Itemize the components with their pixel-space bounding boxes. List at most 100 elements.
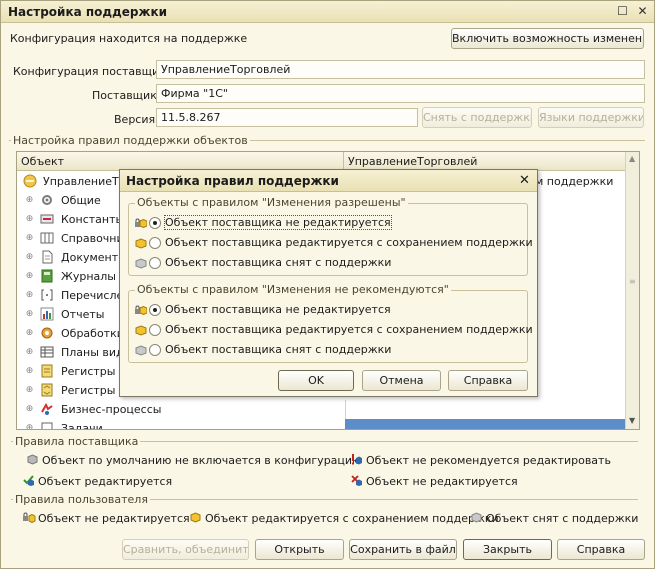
title-bar: Настройка поддержки ☐ ✕: [1, 1, 654, 23]
legend-user-removed: Объект снят с поддержки: [471, 512, 638, 525]
cube-gray-icon: [135, 345, 147, 356]
enums-icon: [41, 289, 53, 301]
lock-cube-icon: [135, 305, 147, 316]
tree-row-value: м поддержки: [535, 175, 614, 188]
expand-icon[interactable]: ⊕: [25, 367, 34, 376]
cube-gray-icon: [135, 258, 147, 269]
exclamation-icon: [351, 454, 362, 465]
tree-row-label: Константы: [61, 213, 125, 226]
journals-icon: [41, 269, 53, 283]
legend-user-not-edited: Объект не редактируется: [23, 512, 190, 525]
version-field[interactable]: 11.5.8.267: [156, 108, 418, 127]
expand-icon[interactable]: ⊕: [25, 215, 34, 224]
lock-cube-icon: [23, 512, 36, 524]
support-languages-button[interactable]: Языки поддержки: [538, 107, 644, 128]
legend-not-included: Объект по умолчанию не включается в конф…: [27, 454, 361, 467]
vendor-rules-group: Правила поставщика: [11, 435, 638, 448]
support-settings-window: Настройка поддержки ☐ ✕ Конфигурация нах…: [0, 0, 655, 569]
vendor-config-field[interactable]: УправлениеТорговлей: [156, 60, 645, 79]
catalogs-icon: [40, 232, 54, 244]
chart-types-icon: [40, 346, 54, 358]
tree-row-label: Документы: [61, 251, 127, 264]
dialog-help-button[interactable]: Справка: [448, 370, 528, 391]
dialog-close-icon[interactable]: ✕: [517, 173, 532, 188]
dialog-title-bar: Настройка правил поддержки ✕: [120, 170, 537, 192]
not-recommended-title: Объекты с правилом "Изменения не рекомен…: [135, 283, 451, 296]
expand-icon[interactable]: ⊕: [25, 310, 34, 319]
close-button[interactable]: Закрыть: [463, 539, 552, 560]
help-button[interactable]: Справка: [557, 539, 645, 560]
business-processes-icon: [41, 402, 53, 415]
column-vendor[interactable]: УправлениеТорговлей: [348, 155, 477, 168]
cube-yellow-icon: [135, 325, 147, 336]
expand-icon[interactable]: ⊕: [25, 348, 34, 357]
configuration-icon: [23, 174, 37, 188]
expand-icon[interactable]: ⊕: [25, 196, 34, 205]
expand-icon[interactable]: ⊕: [25, 253, 34, 262]
radio-button[interactable]: [149, 344, 161, 356]
expand-icon[interactable]: ⊕: [25, 386, 34, 395]
scroll-thumb-icon[interactable]: ≡: [629, 277, 636, 286]
vendor-field[interactable]: Фирма "1С": [156, 84, 645, 103]
maximize-icon[interactable]: ☐: [615, 4, 630, 19]
legend-user-edited-keep: Объект редактируется с сохранением подде…: [190, 512, 499, 525]
cross-icon: [351, 475, 362, 486]
documents-icon: [42, 250, 53, 264]
scroll-up-icon[interactable]: ▲: [629, 154, 635, 163]
vendor-config-label: Конфигурация поставщика:: [13, 65, 177, 78]
radio-button[interactable]: [149, 237, 161, 249]
dialog-ok-button[interactable]: OK: [278, 370, 354, 391]
window-title: Настройка поддержки: [8, 5, 168, 19]
common-icon: [42, 195, 52, 205]
remove-support-button[interactable]: Снять с поддержки: [422, 107, 532, 128]
expand-icon[interactable]: ⊕: [25, 329, 34, 338]
open-button[interactable]: Открыть: [255, 539, 344, 560]
tree-row-label: Отчеты: [61, 308, 105, 321]
radio-button[interactable]: [149, 304, 161, 316]
allowed-changes-group: Объекты с правилом "Изменения разрешены"…: [128, 196, 533, 276]
checkmark-icon: [23, 475, 34, 486]
scroll-down-icon[interactable]: ▼: [629, 416, 635, 425]
close-icon[interactable]: ✕: [635, 4, 650, 19]
processing-icon: [41, 327, 53, 339]
dialog-title: Настройка правил поддержки: [126, 174, 339, 188]
support-status-text: Конфигурация находится на поддержке: [10, 32, 248, 45]
tree-scrollbar[interactable]: ▲ ≡ ▼: [625, 152, 639, 429]
cube-gray-icon: [471, 512, 482, 523]
tree-row-tasks[interactable]: ⊕ Задачи: [17, 419, 625, 430]
user-rules-group: Правила пользователя: [11, 493, 638, 506]
tree-row-label: Бизнес-процессы: [61, 403, 162, 416]
radio-button[interactable]: [149, 257, 161, 269]
compare-merge-button[interactable]: Сравнить, объединить: [122, 539, 249, 560]
tree-row-label: Общие: [61, 194, 101, 207]
dialog-cancel-button[interactable]: Отмена: [362, 370, 441, 391]
cube-yellow-icon: [190, 512, 201, 523]
tree-row-label: Задачи: [61, 422, 103, 430]
tree-row-label: Журналы д: [61, 270, 128, 283]
rules-group-title: Настройка правил поддержки объектов: [11, 134, 250, 147]
support-rules-dialog: Настройка правил поддержки ✕ Объекты с п…: [119, 169, 538, 397]
reports-icon: [40, 307, 54, 321]
cube-yellow-icon: [135, 238, 147, 249]
expand-icon[interactable]: ⊕: [25, 234, 34, 243]
tree-row-label: Обработки: [61, 327, 124, 340]
enable-changes-button[interactable]: Включить возможность изменения: [451, 28, 644, 49]
allowed-changes-title: Объекты с правилом "Изменения разрешены": [135, 196, 408, 209]
vendor-label: Поставщик:: [92, 89, 161, 102]
tree-row-business-processes[interactable]: ⊕ Бизнес-процессы: [17, 400, 625, 419]
tasks-icon: [41, 422, 53, 429]
cube-gray-icon: [27, 454, 38, 465]
save-to-file-button[interactable]: Сохранить в файл: [349, 539, 457, 560]
version-label: Версия:: [114, 113, 159, 126]
column-object[interactable]: Объект: [21, 155, 64, 168]
expand-icon[interactable]: ⊕: [25, 405, 34, 414]
tree-row-label: Регистры с: [61, 365, 125, 378]
user-rules-title: Правила пользователя: [13, 493, 150, 506]
expand-icon[interactable]: ⊕: [25, 272, 34, 281]
expand-icon[interactable]: ⊕: [25, 291, 34, 300]
expand-icon[interactable]: ⊕: [25, 424, 34, 430]
radio-button[interactable]: [149, 324, 161, 336]
vendor-rules-title: Правила поставщика: [13, 435, 141, 448]
rules-group: Настройка правил поддержки объектов: [9, 134, 645, 147]
radio-button[interactable]: [149, 217, 161, 229]
